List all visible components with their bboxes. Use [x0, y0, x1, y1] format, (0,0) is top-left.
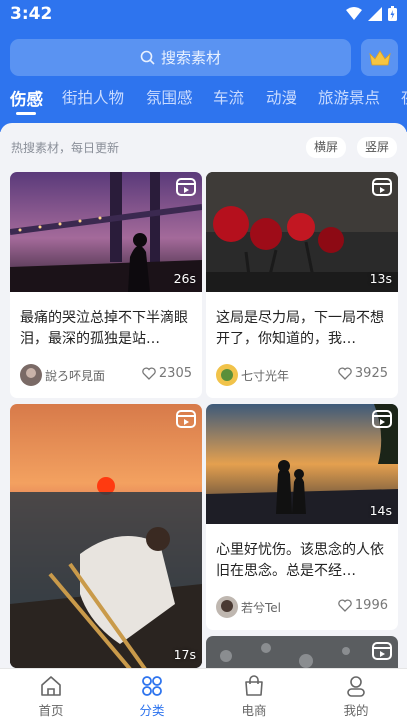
category-tabs: 伤感 街拍人物 氛围感 车流 动漫 旅游景点 夜: [0, 86, 407, 120]
profile-icon: [347, 676, 365, 697]
shopping-bag-icon: [245, 675, 263, 696]
video-duration: 13s: [369, 271, 392, 286]
status-time: 3:42: [10, 4, 53, 24]
nav-home[interactable]: 首页: [21, 669, 81, 724]
video-title: 最痛的哭泣总掉不下半滴眼泪，最深的孤独是站…: [20, 310, 188, 347]
battery-icon: [388, 6, 397, 21]
like-count[interactable]: 1996: [338, 598, 388, 613]
video-card[interactable]: 13s 这局是尽力局，下一局不想开了，你知道的，我… 七寸光年 3925: [206, 172, 398, 398]
tab-night[interactable]: 夜: [401, 86, 407, 108]
nav-profile-label: 我的: [343, 703, 369, 718]
sunset-beach-image: [10, 404, 202, 668]
video-thumbnail: 26s: [10, 172, 202, 292]
tab-atmosphere[interactable]: 氛围感: [146, 86, 193, 108]
video-clip-icon: [372, 178, 392, 196]
signal-icon: [368, 6, 382, 21]
tab-street-portrait[interactable]: 街拍人物: [62, 86, 124, 108]
dark-scene-image: [206, 636, 398, 668]
video-card[interactable]: 26s 最痛的哭泣总掉不下半滴眼泪，最深的孤独是站… 說ろ吥見面 2305: [10, 172, 202, 398]
avatar: [20, 364, 42, 386]
video-card[interactable]: [206, 636, 398, 668]
wifi-icon: [346, 6, 362, 20]
content-panel: 热搜素材，每日更新 横屏 竖屏 26s 最痛的哭泣总掉不下半滴眼泪，最深的孤独是…: [0, 123, 407, 668]
like-count[interactable]: 2305: [142, 366, 192, 381]
header: 3:42 搜索素材 伤感 街拍人物 氛围感 车流 动漫 旅游景点 夜: [0, 0, 407, 132]
nav-shop-label: 电商: [241, 703, 267, 718]
vip-button[interactable]: [361, 39, 398, 76]
video-meta: 說ろ吥見面 2305: [10, 356, 202, 398]
search-icon: [140, 50, 155, 65]
nav-category[interactable]: 分类: [122, 669, 182, 724]
nav-home-label: 首页: [38, 703, 64, 718]
author-name: 七寸光年: [241, 369, 290, 383]
status-bar: 3:42: [0, 0, 407, 30]
heart-icon: [142, 367, 156, 380]
author-name: 說ろ吥見面: [45, 369, 106, 383]
heart-icon: [338, 599, 352, 612]
video-title: 心里好忧伤。该思念的人依旧在思念。总是不经…: [216, 542, 384, 579]
video-duration: 14s: [369, 503, 392, 518]
search-placeholder: 搜索素材: [160, 49, 221, 67]
landscape-filter-button[interactable]: 横屏: [306, 137, 347, 158]
category-icon: [142, 676, 162, 696]
hot-hint: 热搜素材，每日更新: [11, 141, 120, 155]
nav-category-label: 分类: [139, 703, 165, 718]
video-card[interactable]: 17s: [10, 404, 202, 668]
video-thumbnail: 17s: [10, 404, 202, 668]
tab-travel-spots[interactable]: 旅游景点: [318, 86, 380, 108]
author-name: 若兮Tel: [241, 601, 282, 615]
video-meta: 七寸光年 3925: [206, 356, 398, 398]
video-clip-icon: [176, 410, 196, 428]
video-thumbnail: 14s: [206, 404, 398, 524]
like-count-value: 1996: [354, 598, 388, 613]
active-tab-indicator: [16, 112, 36, 115]
home-icon: [41, 676, 61, 696]
portrait-filter-button[interactable]: 竖屏: [357, 137, 398, 158]
bottom-navigation: 首页 分类 电商 我的: [0, 668, 407, 724]
video-title: 这局是尽力局，下一局不想开了，你知道的，我…: [216, 310, 384, 347]
like-count[interactable]: 3925: [338, 366, 388, 381]
like-count-value: 2305: [158, 366, 192, 381]
video-clip-icon: [176, 178, 196, 196]
video-clip-icon: [372, 410, 392, 428]
nav-profile[interactable]: 我的: [326, 669, 386, 724]
like-count-value: 3925: [354, 366, 388, 381]
video-thumbnail: [206, 636, 398, 668]
video-clip-icon: [372, 642, 392, 660]
tab-sad[interactable]: 伤感: [10, 86, 43, 110]
avatar: [216, 596, 238, 618]
video-meta: 若兮Tel 1996: [206, 588, 398, 630]
crown-icon: [368, 49, 391, 65]
tab-traffic[interactable]: 车流: [213, 86, 244, 108]
heart-icon: [338, 367, 352, 380]
avatar: [216, 364, 238, 386]
tab-anime[interactable]: 动漫: [266, 86, 297, 108]
video-duration: 17s: [173, 647, 196, 662]
nav-shop[interactable]: 电商: [224, 669, 284, 724]
video-card[interactable]: 14s 心里好忧伤。该思念的人依旧在思念。总是不经… 若兮Tel 1996: [206, 404, 398, 630]
video-duration: 26s: [173, 271, 196, 286]
search-input[interactable]: 搜索素材: [10, 39, 351, 76]
status-icons: [346, 6, 397, 21]
video-thumbnail: 13s: [206, 172, 398, 292]
